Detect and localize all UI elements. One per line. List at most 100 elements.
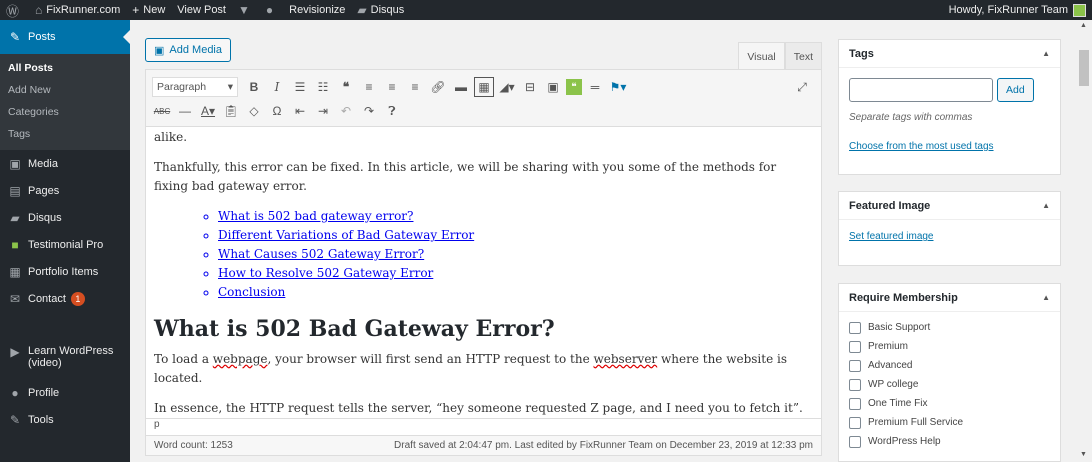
toolbar-toggle-icon[interactable]: ▦ <box>474 77 494 97</box>
help-icon[interactable]: ❓︎ <box>382 101 402 121</box>
site-name-link[interactable]: ⌂ FixRunner.com <box>29 0 126 20</box>
align-left-icon[interactable]: ≡ <box>359 77 379 97</box>
magic-wand-icon[interactable]: ⚑▾ <box>608 77 628 97</box>
editor-tabs: Visual Text <box>738 42 822 70</box>
scrollbar-thumb[interactable] <box>1079 50 1089 86</box>
submenu-categories[interactable]: Categories <box>0 102 130 124</box>
toc-link[interactable]: How to Resolve 502 Gateway Error <box>218 264 813 283</box>
view-post-link[interactable]: View Post <box>171 0 232 20</box>
outdent-icon[interactable]: ⇤ <box>290 101 310 121</box>
sidebar-item-tools[interactable]: ✎ Tools <box>0 406 130 433</box>
membership-options: Basic Support Premium Advanced WP colleg… <box>839 312 1060 451</box>
read-more-icon[interactable]: ▬ <box>451 77 471 97</box>
submenu-add-new[interactable]: Add New <box>0 80 130 102</box>
toc-link[interactable]: Conclusion <box>218 283 813 302</box>
add-tag-button[interactable]: Add <box>997 78 1034 102</box>
bullet-list-icon[interactable]: ☰ <box>290 77 310 97</box>
blockquote-icon[interactable]: ❝ <box>336 77 356 97</box>
sidebar-item-media[interactable]: ▣ Media <box>0 150 130 177</box>
tab-visual[interactable]: Visual <box>738 42 785 70</box>
account-menu[interactable]: Howdy, FixRunner Team <box>949 0 1092 20</box>
tags-header[interactable]: Tags ▲ <box>839 40 1060 68</box>
chart-icon[interactable]: ◢▾ <box>497 77 517 97</box>
scroll-up-icon[interactable]: ▲ <box>1080 22 1087 29</box>
membership-checkbox[interactable]: WP college <box>849 375 1050 394</box>
sidebar-item-contact[interactable]: ✉ Contact 1 <box>0 285 130 312</box>
numbered-list-icon[interactable]: ☷ <box>313 77 333 97</box>
membership-checkbox[interactable]: Premium Full Service <box>849 413 1050 432</box>
disqus-link[interactable]: ▰ Disqus <box>351 0 410 20</box>
sidebar-item-pages[interactable]: ▤ Pages <box>0 177 130 204</box>
format-select[interactable]: Paragraph ▾ <box>152 77 238 97</box>
revisionize-link[interactable]: Revisionize <box>283 0 351 20</box>
submenu-all-posts[interactable]: All Posts <box>0 58 130 80</box>
sidebar-item-disqus[interactable]: ▰ Disqus <box>0 204 130 231</box>
membership-checkbox[interactable]: Advanced <box>849 356 1050 375</box>
bold-icon[interactable]: B <box>244 77 264 97</box>
element-path[interactable]: p <box>145 419 822 436</box>
tags-input[interactable] <box>849 78 993 102</box>
table-icon[interactable]: ⊟ <box>520 77 540 97</box>
align-right-icon[interactable]: ≡ <box>405 77 425 97</box>
indent-icon[interactable]: ⇥ <box>313 101 333 121</box>
clear-formatting-icon[interactable]: ◇ <box>244 101 264 121</box>
avatar <box>1073 3 1086 17</box>
image-icon[interactable]: ▣ <box>543 77 563 97</box>
toc-link[interactable]: Different Variations of Bad Gateway Erro… <box>218 226 813 245</box>
add-media-button[interactable]: ▣ Add Media <box>145 38 231 62</box>
wordpress-logo-icon[interactable]: Ⓦ <box>0 0 29 20</box>
sidebar-item-portfolio[interactable]: ▦ Portfolio Items <box>0 258 130 285</box>
align-center-icon[interactable]: ≡ <box>382 77 402 97</box>
toolbar-row-1: Paragraph ▾ B I ☰ ☷ ❝ ≡ ≡ ≡ 🔗︎ ▬ ▦ ◢▾ ⊟ ▣… <box>152 76 807 98</box>
collapse-icon[interactable]: ▲ <box>1042 201 1050 210</box>
comment-icon: ▰ <box>357 3 367 17</box>
toolbar-row-2: ABC — A▾ 📋︎ ◇ Ω ⇤ ⇥ ↶ ↷ ❓︎ <box>152 100 405 122</box>
italic-icon[interactable]: I <box>267 77 287 97</box>
status-dot-icon[interactable]: ● <box>260 0 283 20</box>
page-scrollbar[interactable]: ▲ ▼ <box>1076 20 1092 462</box>
strikethrough-icon[interactable]: ABC <box>152 101 172 121</box>
testimonial-icon[interactable]: ❝ <box>566 79 582 95</box>
chevron-down-icon: ▾ <box>227 81 233 93</box>
special-character-icon[interactable]: Ω <box>267 101 287 121</box>
sidebar-item-profile[interactable]: ● Profile <box>0 379 130 406</box>
user-icon: ● <box>11 385 19 400</box>
sidebar-item-testimonial[interactable]: ■ Testimonial Pro <box>0 231 130 258</box>
media-icon: ▣ <box>9 156 21 171</box>
membership-checkbox[interactable]: Basic Support <box>849 318 1050 337</box>
paragraph: To load a webpage, your browser will fir… <box>154 352 787 385</box>
membership-checkbox[interactable]: One Time Fix <box>849 394 1050 413</box>
paste-text-icon[interactable]: 📋︎ <box>221 101 241 121</box>
featured-image-header[interactable]: Featured Image ▲ <box>839 192 1060 220</box>
horizontal-line-icon[interactable]: — <box>175 101 195 121</box>
text-color-icon[interactable]: A▾ <box>198 101 218 121</box>
draft-status: Draft saved at 2:04:47 pm. Last edited b… <box>394 440 813 451</box>
link-icon[interactable]: 🔗︎ <box>428 77 448 97</box>
separator-icon[interactable]: ═ <box>585 77 605 97</box>
editor-content[interactable]: alike. Thankfully, this error can be fix… <box>145 127 822 419</box>
tags-box: Tags ▲ Add Separate tags with commas Choo… <box>838 39 1061 175</box>
scroll-down-icon[interactable]: ▼ <box>1080 451 1087 458</box>
new-content-link[interactable]: + New <box>126 0 171 20</box>
collapse-icon[interactable]: ▲ <box>1042 293 1050 302</box>
admin-sidebar: ✎ Posts All Posts Add New Categories Tags… <box>0 20 130 462</box>
sidebar-item-learn[interactable]: ▶ Learn WordPress (video) <box>0 339 130 379</box>
pages-icon: ▤ <box>9 183 21 198</box>
membership-checkbox[interactable]: Premium <box>849 337 1050 356</box>
sidebar-item-posts[interactable]: ✎ Posts <box>0 20 130 54</box>
toc-link[interactable]: What is 502 bad gateway error? <box>218 207 813 226</box>
toc-link[interactable]: What Causes 502 Gateway Error? <box>218 245 813 264</box>
redo-icon[interactable]: ↷ <box>359 101 379 121</box>
set-featured-image-link[interactable]: Set featured image <box>849 231 934 242</box>
membership-checkbox[interactable]: WordPress Help <box>849 432 1050 451</box>
paragraph: Thankfully, this error can be fixed. In … <box>154 160 777 193</box>
fullscreen-icon[interactable]: ⤢ <box>792 77 812 97</box>
tab-text[interactable]: Text <box>784 42 822 70</box>
paragraph: alike. <box>154 130 188 144</box>
collapse-icon[interactable]: ▲ <box>1042 49 1050 58</box>
most-used-tags-link[interactable]: Choose from the most used tags <box>849 141 1050 152</box>
membership-header[interactable]: Require Membership ▲ <box>839 284 1060 312</box>
undo-icon[interactable]: ↶ <box>336 101 356 121</box>
yoast-icon[interactable]: ▼ <box>232 0 260 20</box>
submenu-tags[interactable]: Tags <box>0 124 130 146</box>
